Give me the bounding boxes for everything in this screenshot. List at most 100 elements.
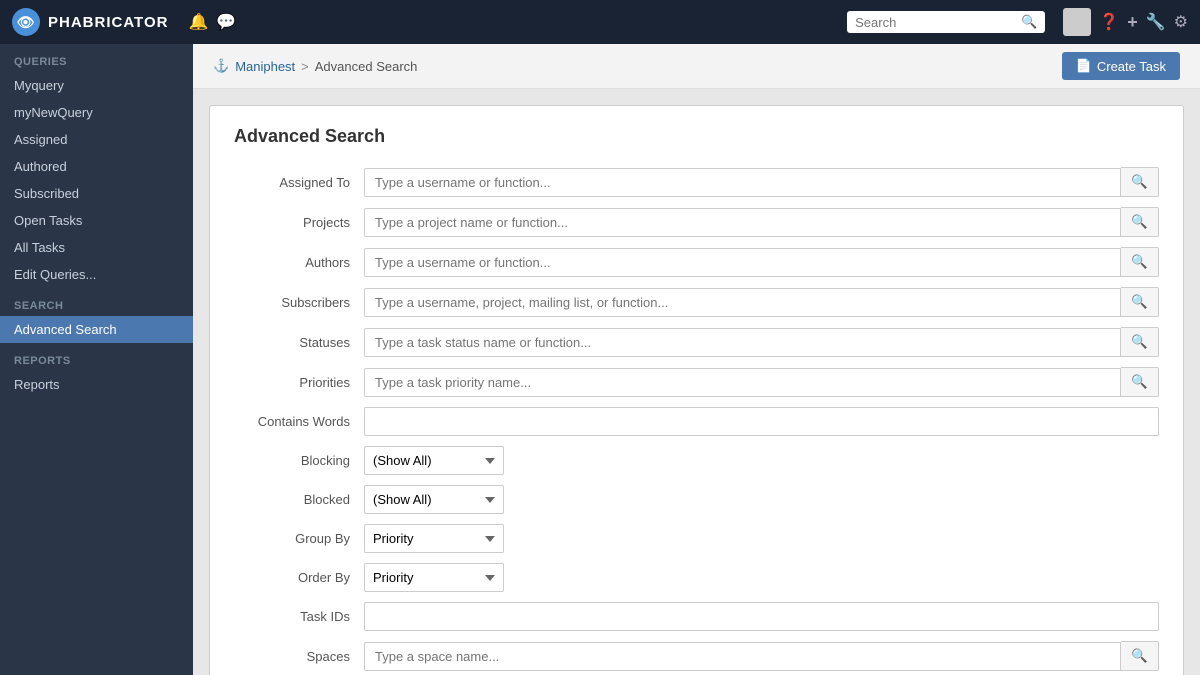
input-assigned-to[interactable] <box>364 168 1121 197</box>
input-wrap-task-ids <box>364 602 1159 631</box>
field-spaces: Spaces 🔍 <box>234 641 1159 671</box>
reports-section-label: REPORTS <box>0 343 193 371</box>
sidebar-item-myquery[interactable]: Myquery <box>0 72 193 99</box>
logo-text: PHABRICATOR <box>48 14 168 31</box>
form-title: Advanced Search <box>234 126 1159 147</box>
create-task-button[interactable]: 📄 Create Task <box>1062 52 1180 80</box>
field-statuses: Statuses 🔍 <box>234 327 1159 357</box>
label-task-ids: Task IDs <box>234 609 364 624</box>
field-priorities: Priorities 🔍 <box>234 367 1159 397</box>
label-spaces: Spaces <box>234 649 364 664</box>
search-section-label: SEARCH <box>0 288 193 316</box>
label-contains-words: Contains Words <box>234 414 364 429</box>
search-input[interactable] <box>855 15 1015 30</box>
field-group-by: Group By Priority None Assigned To Autho… <box>234 524 1159 553</box>
topnav-search-box: 🔍 <box>847 11 1045 33</box>
breadcrumb-parent-link[interactable]: Maniphest <box>235 59 295 74</box>
input-subscribers[interactable] <box>364 288 1121 317</box>
topnav: 👁 PHABRICATOR 🔔 💬 🔍 ❓ + 🔧 ⚙ <box>0 0 1200 44</box>
input-contains-words[interactable] <box>364 407 1159 436</box>
input-statuses[interactable] <box>364 328 1121 357</box>
sidebar-item-reports[interactable]: Reports <box>0 371 193 398</box>
input-projects[interactable] <box>364 208 1121 237</box>
input-wrap-projects: 🔍 <box>364 207 1159 237</box>
input-priorities[interactable] <box>364 368 1121 397</box>
field-task-ids: Task IDs <box>234 602 1159 631</box>
queries-section-label: QUERIES <box>0 44 193 72</box>
input-wrap-authors: 🔍 <box>364 247 1159 277</box>
settings-icon[interactable]: ⚙ <box>1174 12 1188 32</box>
create-task-icon: 📄 <box>1076 58 1092 74</box>
breadcrumb: ⚓ Maniphest > Advanced Search <box>213 58 417 74</box>
search-btn-assigned-to[interactable]: 🔍 <box>1121 167 1159 197</box>
search-btn-subscribers[interactable]: 🔍 <box>1121 287 1159 317</box>
label-subscribers: Subscribers <box>234 295 364 310</box>
anchor-icon: ⚓ <box>213 58 229 74</box>
sidebar-item-authored[interactable]: Authored <box>0 153 193 180</box>
create-task-label: Create Task <box>1097 59 1166 74</box>
input-wrap-priorities: 🔍 <box>364 367 1159 397</box>
layout: QUERIES Myquery myNewQuery Assigned Auth… <box>0 44 1200 675</box>
select-group-by[interactable]: Priority None Assigned To Author <box>364 524 504 553</box>
sidebar-item-alltasks[interactable]: All Tasks <box>0 234 193 261</box>
topnav-right-icons: ❓ + 🔧 ⚙ <box>1063 8 1188 36</box>
field-subscribers: Subscribers 🔍 <box>234 287 1159 317</box>
breadcrumb-bar: ⚓ Maniphest > Advanced Search 📄 Create T… <box>193 44 1200 89</box>
label-blocked: Blocked <box>234 492 364 507</box>
select-order-by[interactable]: Priority Date Created Date Modified Titl… <box>364 563 504 592</box>
field-blocked: Blocked (Show All) Yes No <box>234 485 1159 514</box>
field-projects: Projects 🔍 <box>234 207 1159 237</box>
bell-icon[interactable]: 🔔 <box>188 12 208 32</box>
topnav-icons: 🔔 💬 <box>188 12 236 32</box>
sidebar-item-mynewquery[interactable]: myNewQuery <box>0 99 193 126</box>
label-priorities: Priorities <box>234 375 364 390</box>
select-blocking[interactable]: (Show All) Yes No <box>364 446 504 475</box>
field-blocking: Blocking (Show All) Yes No <box>234 446 1159 475</box>
advanced-search-form: Advanced Search Assigned To 🔍 Projects 🔍 <box>209 105 1184 675</box>
avatar[interactable] <box>1063 8 1091 36</box>
main-content: ⚓ Maniphest > Advanced Search 📄 Create T… <box>193 44 1200 675</box>
label-statuses: Statuses <box>234 335 364 350</box>
breadcrumb-current: Advanced Search <box>315 59 418 74</box>
add-icon[interactable]: + <box>1127 12 1138 33</box>
label-blocking: Blocking <box>234 453 364 468</box>
search-btn-statuses[interactable]: 🔍 <box>1121 327 1159 357</box>
label-group-by: Group By <box>234 531 364 546</box>
input-wrap-blocked: (Show All) Yes No <box>364 485 1159 514</box>
logo-icon: 👁 <box>12 8 40 36</box>
breadcrumb-separator: > <box>301 59 309 74</box>
wrench-icon[interactable]: 🔧 <box>1146 12 1166 32</box>
search-btn-authors[interactable]: 🔍 <box>1121 247 1159 277</box>
search-btn-priorities[interactable]: 🔍 <box>1121 367 1159 397</box>
label-order-by: Order By <box>234 570 364 585</box>
search-btn-spaces[interactable]: 🔍 <box>1121 641 1159 671</box>
sidebar-item-assigned[interactable]: Assigned <box>0 126 193 153</box>
input-authors[interactable] <box>364 248 1121 277</box>
input-wrap-assigned-to: 🔍 <box>364 167 1159 197</box>
help-icon[interactable]: ❓ <box>1099 12 1119 32</box>
chat-icon[interactable]: 💬 <box>216 12 236 32</box>
input-wrap-group-by: Priority None Assigned To Author <box>364 524 1159 553</box>
field-contains-words: Contains Words <box>234 407 1159 436</box>
input-wrap-order-by: Priority Date Created Date Modified Titl… <box>364 563 1159 592</box>
logo[interactable]: 👁 PHABRICATOR <box>12 8 168 36</box>
input-wrap-subscribers: 🔍 <box>364 287 1159 317</box>
sidebar: QUERIES Myquery myNewQuery Assigned Auth… <box>0 44 193 675</box>
select-blocked[interactable]: (Show All) Yes No <box>364 485 504 514</box>
search-icon: 🔍 <box>1021 14 1037 30</box>
field-order-by: Order By Priority Date Created Date Modi… <box>234 563 1159 592</box>
field-assigned-to: Assigned To 🔍 <box>234 167 1159 197</box>
sidebar-item-subscribed[interactable]: Subscribed <box>0 180 193 207</box>
label-authors: Authors <box>234 255 364 270</box>
input-wrap-spaces: 🔍 <box>364 641 1159 671</box>
input-task-ids[interactable] <box>364 602 1159 631</box>
input-wrap-blocking: (Show All) Yes No <box>364 446 1159 475</box>
search-btn-projects[interactable]: 🔍 <box>1121 207 1159 237</box>
sidebar-item-advanced-search[interactable]: Advanced Search <box>0 316 193 343</box>
input-wrap-statuses: 🔍 <box>364 327 1159 357</box>
input-spaces[interactable] <box>364 642 1121 671</box>
label-assigned-to: Assigned To <box>234 175 364 190</box>
sidebar-item-editqueries[interactable]: Edit Queries... <box>0 261 193 288</box>
field-authors: Authors 🔍 <box>234 247 1159 277</box>
sidebar-item-opentasks[interactable]: Open Tasks <box>0 207 193 234</box>
